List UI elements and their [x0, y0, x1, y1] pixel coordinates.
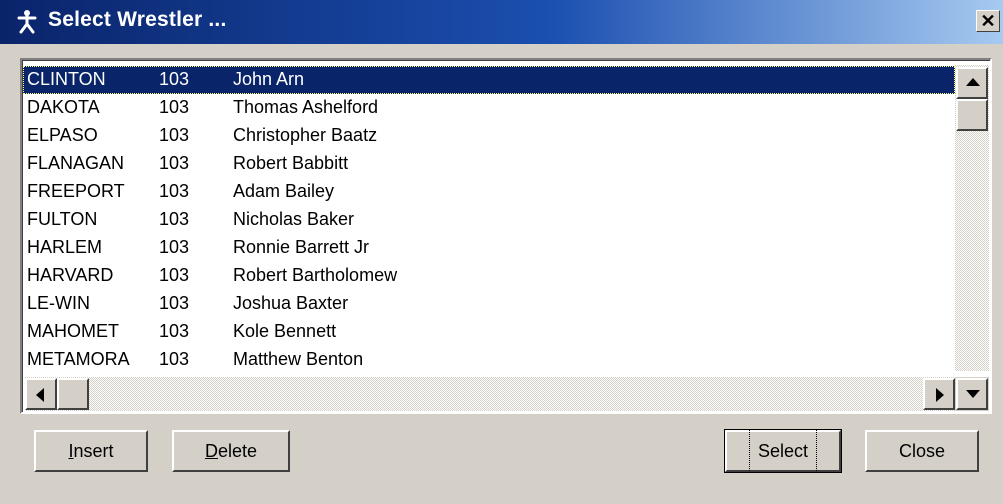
weight-cell: 103 [159, 125, 190, 145]
team-cell: FULTON [27, 209, 98, 229]
delete-label: elete [217, 441, 258, 461]
name-cell: Ronnie Barrett Jr [233, 237, 370, 257]
list-item[interactable]: LE-WIN 103 Joshua Baxter [23, 290, 955, 318]
insert-label: nsert [73, 441, 114, 461]
list-item[interactable]: DAKOTA 103 Thomas Ashelford [23, 94, 955, 122]
delete-accelerator: D [204, 441, 218, 461]
horizontal-scrollbar[interactable] [25, 377, 955, 411]
weight-cell: 103 [159, 69, 190, 89]
arrow-right-icon [936, 388, 944, 402]
name-cell: Nicholas Baker [233, 209, 355, 229]
name-cell: Kole Bennett [233, 321, 337, 341]
name-cell: Joshua Baxter [233, 293, 349, 313]
list-item[interactable]: ELPASO 103 Christopher Baatz [23, 122, 955, 150]
team-cell: DAKOTA [27, 97, 100, 117]
arrow-down-icon [966, 390, 980, 398]
list-item[interactable]: METAMORA 103 Matthew Benton [23, 346, 955, 374]
team-cell: CLINTON [27, 69, 106, 89]
name-cell: Robert Babbitt [233, 153, 349, 173]
scroll-left-button[interactable] [25, 378, 57, 410]
list-item[interactable]: HARVARD 103 Robert Bartholomew [23, 262, 955, 290]
list-item[interactable]: CLINTON 103 John Arn [23, 66, 955, 94]
select-accelerator: S [757, 441, 770, 461]
scroll-down-button[interactable] [956, 378, 988, 410]
team-cell: ELPASO [27, 125, 98, 145]
vertical-scroll-thumb[interactable] [956, 99, 988, 131]
select-button[interactable]: Select [724, 429, 842, 473]
list-item[interactable]: FREEPORT 103 Adam Bailey [23, 178, 955, 206]
scroll-up-button[interactable] [956, 67, 988, 99]
wrestler-listbox[interactable]: CLINTON 103 John Arn DAKOTA 103 Thomas Ashelf… [20, 58, 992, 414]
stick-figure-icon [17, 10, 37, 34]
team-cell: METAMORA [27, 349, 130, 369]
listbox-frame: CLINTON 103 John Arn DAKOTA 103 Thomas Ashelf… [22, 60, 990, 412]
name-cell: Adam Bailey [233, 181, 335, 201]
list-item[interactable]: HARLEM 103 Ronnie Barrett Jr [23, 234, 955, 262]
select-wrestler-dialog: Select Wrestler ... ✕ CLINTON 103 John Arn… [0, 0, 1003, 504]
weight-cell: 103 [159, 209, 190, 229]
scroll-right-button[interactable] [923, 378, 955, 410]
weight-cell: 103 [159, 349, 190, 369]
name-cell: John Arn [233, 69, 305, 89]
list-item[interactable]: MAHOMET 103 Kole Bennett [23, 318, 955, 346]
weight-cell: 103 [159, 153, 190, 173]
team-cell: FLANAGAN [27, 153, 125, 173]
insert-button[interactable]: Insert [34, 430, 148, 472]
arrow-left-icon [36, 388, 44, 402]
delete-button[interactable]: Delete [172, 430, 290, 472]
team-cell: MAHOMET [27, 321, 119, 341]
close-icon[interactable]: ✕ [976, 10, 1000, 32]
list-item[interactable]: FULTON 103 Nicholas Baker [23, 206, 955, 234]
name-cell: Thomas Ashelford [233, 97, 379, 117]
weight-cell: 103 [159, 97, 190, 117]
name-cell: Robert Bartholomew [233, 265, 398, 285]
horizontal-scroll-thumb[interactable] [57, 378, 89, 410]
weight-cell: 103 [159, 181, 190, 201]
window-title: Select Wrestler ... [48, 8, 227, 31]
name-cell: Matthew Benton [233, 349, 364, 369]
weight-cell: 103 [159, 265, 190, 285]
weight-cell: 103 [159, 293, 190, 313]
team-cell: HARLEM [27, 237, 103, 257]
name-cell: Christopher Baatz [233, 125, 378, 145]
wrestler-rows: CLINTON 103 John Arn DAKOTA 103 Thomas Ashelf… [23, 66, 955, 374]
arrow-up-icon [966, 78, 980, 86]
scrollbar-corner [955, 377, 989, 411]
team-cell: HARVARD [27, 265, 114, 285]
close-button[interactable]: Close [865, 430, 979, 472]
weight-cell: 103 [159, 321, 190, 341]
list-item[interactable]: FLANAGAN 103 Robert Babbitt [23, 150, 955, 178]
team-cell: FREEPORT [27, 181, 125, 201]
title-bar[interactable]: Select Wrestler ... ✕ [0, 0, 1003, 44]
select-label: elect [769, 441, 809, 461]
close-label: Close [898, 441, 946, 461]
weight-cell: 103 [159, 237, 190, 257]
team-cell: LE-WIN [27, 293, 90, 313]
vertical-scrollbar[interactable] [955, 65, 989, 371]
